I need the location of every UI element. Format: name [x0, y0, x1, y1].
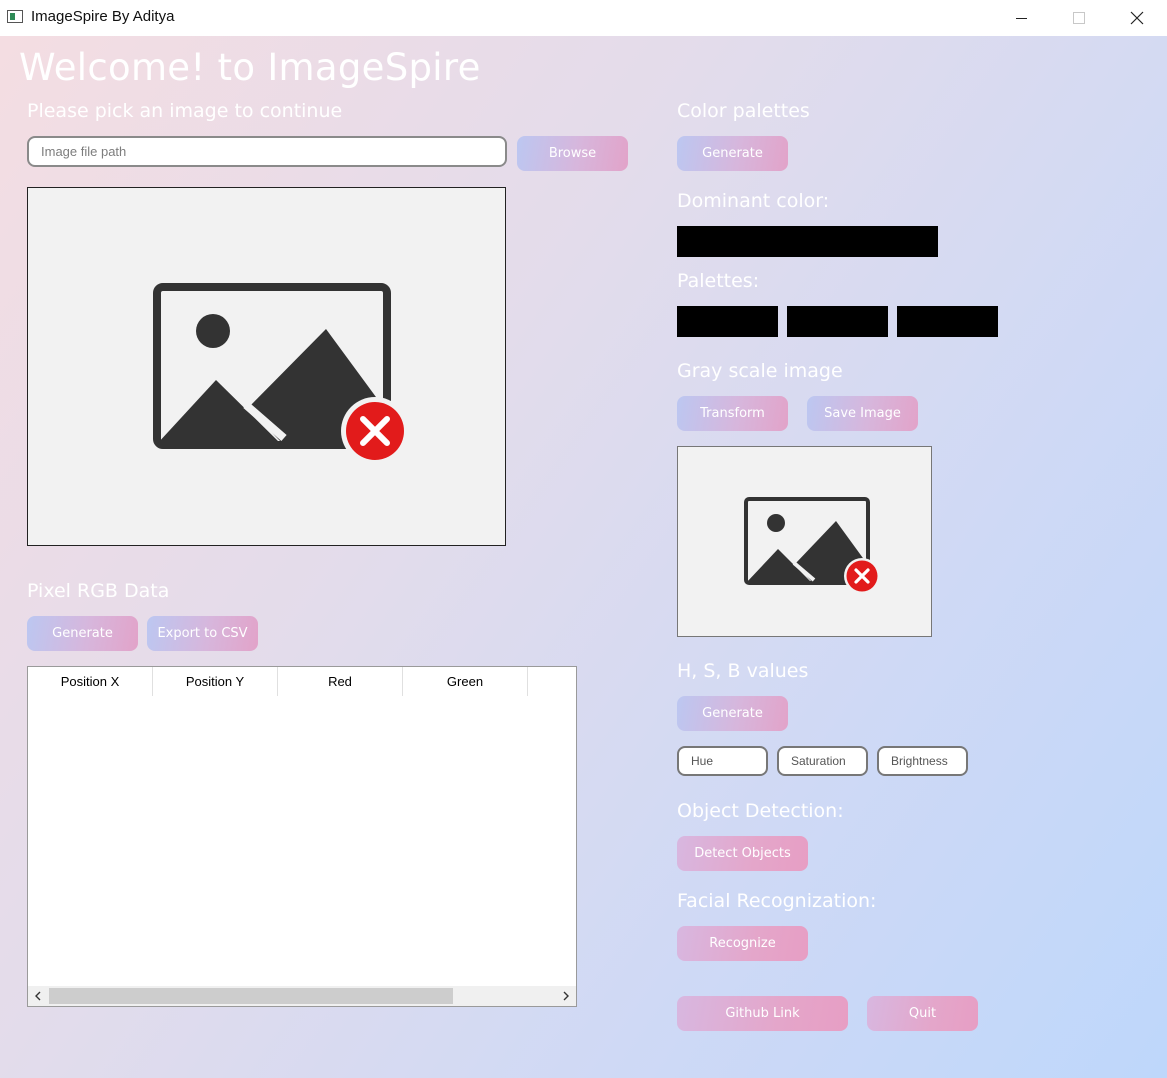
- pick-image-prompt: Please pick an image to continue: [27, 100, 343, 122]
- pixel-rgb-table[interactable]: Position X Position Y Red Green: [27, 666, 577, 1007]
- palette-swatch-2: [787, 306, 888, 337]
- column-header-position-x[interactable]: Position X: [28, 667, 153, 696]
- maximize-button[interactable]: [1050, 0, 1108, 36]
- page-title: Welcome! to ImageSpire: [19, 46, 481, 89]
- transform-button[interactable]: Transform: [677, 396, 788, 431]
- palette-swatch-1: [677, 306, 778, 337]
- recognize-button[interactable]: Recognize: [677, 926, 808, 961]
- palette-generate-button[interactable]: Generate: [677, 136, 788, 171]
- pixel-generate-button[interactable]: Generate: [27, 616, 138, 651]
- detect-objects-button[interactable]: Detect Objects: [677, 836, 808, 871]
- palette-swatch-3: [897, 306, 998, 337]
- browse-button[interactable]: Browse: [517, 136, 628, 171]
- close-button[interactable]: [1108, 0, 1166, 36]
- column-header-position-y[interactable]: Position Y: [153, 667, 278, 696]
- save-image-button[interactable]: Save Image: [807, 396, 918, 431]
- image-path-input[interactable]: [27, 136, 507, 167]
- pixel-rgb-heading: Pixel RGB Data: [27, 580, 170, 602]
- export-csv-button[interactable]: Export to CSV: [147, 616, 258, 651]
- scrollbar-thumb[interactable]: [49, 988, 453, 1004]
- column-header-partial[interactable]: [528, 667, 576, 696]
- main-area: Welcome! to ImageSpire Please pick an im…: [0, 36, 1167, 1078]
- window-title: ImageSpire By Aditya: [31, 8, 175, 25]
- hsb-generate-button[interactable]: Generate: [677, 696, 788, 731]
- brightness-field[interactable]: [877, 746, 968, 776]
- image-preview: [27, 187, 506, 546]
- app-icon: [7, 10, 23, 23]
- saturation-field[interactable]: [777, 746, 868, 776]
- dominant-color-heading: Dominant color:: [677, 190, 830, 212]
- minimize-button[interactable]: [992, 0, 1050, 36]
- github-link-button[interactable]: Github Link: [677, 996, 848, 1031]
- grayscale-heading: Gray scale image: [677, 360, 843, 382]
- column-header-red[interactable]: Red: [278, 667, 403, 696]
- chevron-right-icon: [563, 991, 569, 1001]
- horizontal-scrollbar[interactable]: [28, 986, 576, 1006]
- grayscale-preview: [677, 446, 932, 637]
- object-detection-heading: Object Detection:: [677, 800, 844, 822]
- color-palettes-heading: Color palettes: [677, 100, 810, 122]
- palettes-heading: Palettes:: [677, 270, 760, 292]
- scroll-left-button[interactable]: [28, 986, 48, 1006]
- hue-field[interactable]: [677, 746, 768, 776]
- minimize-icon: [1015, 17, 1027, 19]
- hsb-heading: H, S, B values: [677, 660, 809, 682]
- facial-recognition-heading: Facial Recognization:: [677, 890, 877, 912]
- close-icon: [1130, 11, 1144, 25]
- maximize-icon: [1073, 12, 1085, 24]
- column-header-green[interactable]: Green: [403, 667, 528, 696]
- chevron-left-icon: [35, 991, 41, 1001]
- broken-image-icon: [744, 497, 880, 594]
- window-titlebar: ImageSpire By Aditya: [0, 0, 1167, 37]
- scroll-right-button[interactable]: [556, 986, 576, 1006]
- dominant-color-swatch: [677, 226, 938, 257]
- quit-button[interactable]: Quit: [867, 996, 978, 1031]
- broken-image-icon: [153, 283, 409, 465]
- table-header: Position X Position Y Red Green: [28, 667, 576, 696]
